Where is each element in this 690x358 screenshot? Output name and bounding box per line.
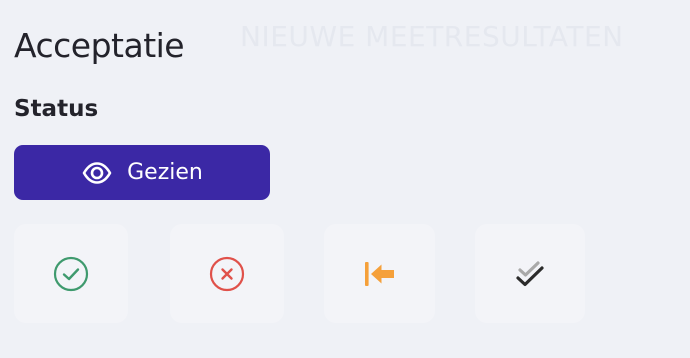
status-label: Status xyxy=(14,96,99,122)
page-title: Acceptatie xyxy=(14,26,185,65)
arrow-to-left-icon xyxy=(362,259,398,289)
accept-button[interactable] xyxy=(14,224,128,323)
reject-button[interactable] xyxy=(170,224,284,323)
gezien-button[interactable]: Gezien xyxy=(14,145,270,200)
background-watermark-text: NIEUWE MEETRESULTATEN xyxy=(240,20,624,53)
double-check-icon xyxy=(512,256,548,292)
x-circle-icon xyxy=(209,256,245,292)
eye-icon xyxy=(81,157,113,189)
return-button[interactable] xyxy=(324,224,435,323)
gezien-button-label: Gezien xyxy=(127,160,203,185)
mark-all-seen-button[interactable] xyxy=(475,224,585,323)
check-circle-icon xyxy=(53,256,89,292)
